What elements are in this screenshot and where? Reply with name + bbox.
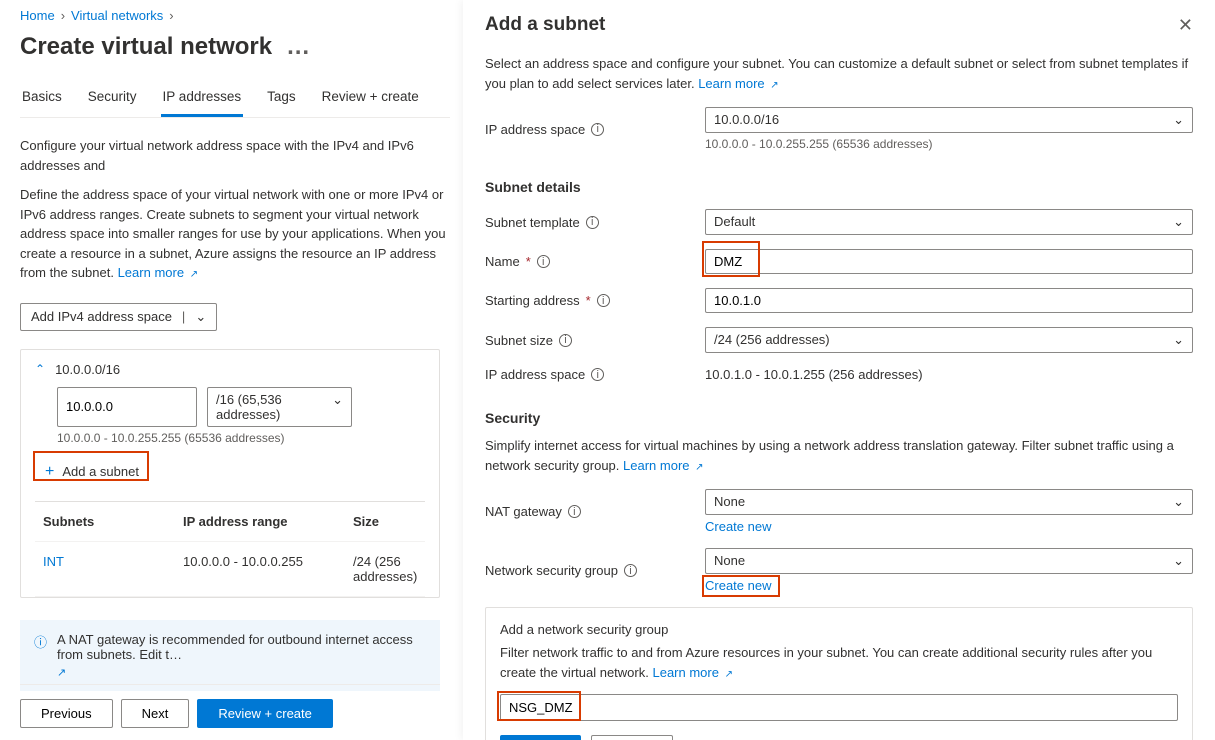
subnet-range: 10.0.0.0 - 10.0.0.255	[183, 554, 353, 584]
tab-basics[interactable]: Basics	[20, 89, 64, 117]
label-starting-address: Starting address	[485, 293, 580, 308]
info-icon[interactable]: i	[624, 564, 637, 577]
panel-description: Select an address space and configure yo…	[485, 54, 1193, 93]
table-row: INT 10.0.0.0 - 10.0.0.255 /24 (256 addre…	[35, 542, 425, 597]
nsg-card-title: Add a network security group	[500, 622, 1178, 637]
info-icon[interactable]: i	[586, 216, 599, 229]
previous-button[interactable]: Previous	[20, 699, 113, 728]
subnet-table: Subnets IP address range Size INT 10.0.0…	[35, 501, 425, 597]
subnet-template-select[interactable]: Default⌄	[705, 209, 1193, 235]
add-ipv4-space-button[interactable]: Add IPv4 address space | ⌄	[20, 303, 217, 331]
ip-space-select[interactable]: 10.0.0.0/16⌄	[705, 107, 1193, 133]
breadcrumb: Home › Virtual networks ›	[20, 8, 450, 23]
label-name: Name	[485, 254, 520, 269]
ip-result-range: 10.0.1.0 - 10.0.1.255 (256 addresses)	[705, 367, 1193, 382]
review-create-button[interactable]: Review + create	[197, 699, 333, 728]
nsg-select[interactable]: None⌄	[705, 548, 1193, 574]
nsg-card-description: Filter network traffic to and from Azure…	[500, 645, 1152, 680]
subnet-name-link[interactable]: INT	[43, 554, 183, 584]
subnet-name-input[interactable]	[705, 249, 1193, 274]
learn-more-link[interactable]: Learn more ↗	[623, 458, 704, 473]
col-size: Size	[353, 514, 463, 529]
address-space-card: ⌃ 10.0.0.0/16 /16 (65,536 addresses)⌄ 10…	[20, 349, 440, 598]
info-icon[interactable]: i	[591, 368, 604, 381]
more-icon[interactable]: …	[286, 33, 310, 61]
address-mask-select[interactable]: /16 (65,536 addresses)⌄	[207, 387, 352, 427]
subnet-size-select[interactable]: /24 (256 addresses)⌄	[705, 327, 1193, 353]
chevron-down-icon: ⌄	[1173, 494, 1184, 510]
section-subnet-details: Subnet details	[485, 179, 1193, 195]
chevron-down-icon: ⌄	[1173, 553, 1184, 569]
address-ip-input[interactable]	[57, 387, 197, 427]
tab-ip-addresses[interactable]: IP addresses	[161, 89, 244, 117]
panel-title: Add a subnet	[485, 14, 605, 36]
label-subnet-template: Subnet template	[485, 215, 580, 230]
learn-more-link[interactable]: Learn more ↗	[118, 265, 199, 280]
learn-more-link[interactable]: Learn more ↗	[698, 76, 779, 91]
info-icon[interactable]: i	[559, 334, 572, 347]
intro-text: Configure your virtual network address s…	[20, 136, 450, 283]
info-icon[interactable]: i	[597, 294, 610, 307]
create-new-nsg-link[interactable]: Create new	[705, 578, 771, 593]
collapse-icon[interactable]: ⌃	[35, 362, 45, 376]
chevron-right-icon: ›	[61, 8, 65, 23]
address-range-hint: 10.0.0.0 - 10.0.255.255 (65536 addresses…	[57, 431, 425, 445]
external-link-icon: ↗	[725, 669, 733, 680]
next-button[interactable]: Next	[121, 699, 190, 728]
tab-tags[interactable]: Tags	[265, 89, 298, 117]
starting-address-input[interactable]	[705, 288, 1193, 313]
wizard-footer: Previous Next Review + create	[20, 684, 440, 728]
add-subnet-panel: Add a subnet ✕ Select an address space a…	[463, 0, 1215, 740]
section-security: Security	[485, 410, 1193, 426]
col-range: IP address range	[183, 514, 353, 529]
subnet-size: /24 (256 addresses)	[353, 554, 463, 584]
cancel-button[interactable]: Cancel	[591, 735, 673, 740]
col-subnets: Subnets	[43, 514, 183, 529]
info-icon: ⓘ	[34, 632, 47, 651]
label-ip-space: IP address space	[485, 122, 585, 137]
add-nsg-card: Add a network security group Filter netw…	[485, 607, 1193, 740]
add-subnet-button[interactable]: + Add a subnet	[35, 457, 149, 487]
external-link-icon: ↗	[190, 269, 198, 280]
label-nat-gateway: NAT gateway	[485, 504, 562, 519]
chevron-down-icon: ⌄	[1173, 214, 1184, 230]
info-icon[interactable]: i	[591, 123, 604, 136]
nat-gateway-select[interactable]: None⌄	[705, 489, 1193, 515]
create-new-nat-link[interactable]: Create new	[705, 519, 771, 534]
nsg-name-input[interactable]	[500, 694, 1178, 721]
chevron-down-icon: ⌄	[1173, 112, 1184, 128]
learn-more-link[interactable]: Learn more ↗	[652, 665, 733, 680]
external-link-icon: ↗	[770, 80, 778, 91]
ok-button[interactable]: OK	[500, 735, 581, 740]
label-ip-space-result: IP address space	[485, 367, 585, 382]
tab-security[interactable]: Security	[86, 89, 139, 117]
breadcrumb-vnets[interactable]: Virtual networks	[71, 8, 163, 23]
label-subnet-size: Subnet size	[485, 333, 553, 348]
external-link-icon: ↗	[695, 462, 703, 473]
chevron-down-icon: ⌄	[332, 392, 343, 422]
label-nsg: Network security group	[485, 563, 618, 578]
plus-icon: +	[45, 463, 54, 481]
breadcrumb-home[interactable]: Home	[20, 8, 55, 23]
chevron-down-icon: ⌄	[1173, 332, 1184, 348]
external-link-icon[interactable]: ↗	[57, 666, 426, 679]
nat-info-banner: ⓘ A NAT gateway is recommended for outbo…	[20, 620, 440, 691]
ip-space-hint: 10.0.0.0 - 10.0.255.255 (65536 addresses…	[705, 137, 1193, 151]
tab-bar: Basics Security IP addresses Tags Review…	[20, 89, 450, 118]
page-title: Create virtual network …	[20, 33, 450, 61]
address-cidr-label: 10.0.0.0/16	[55, 362, 120, 377]
chevron-down-icon: ⌄	[195, 309, 206, 325]
tab-review[interactable]: Review + create	[320, 89, 421, 117]
info-icon[interactable]: i	[568, 505, 581, 518]
chevron-right-icon: ›	[169, 8, 173, 23]
security-description: Simplify internet access for virtual mac…	[485, 436, 1193, 475]
info-icon[interactable]: i	[537, 255, 550, 268]
close-icon[interactable]: ✕	[1178, 15, 1193, 36]
